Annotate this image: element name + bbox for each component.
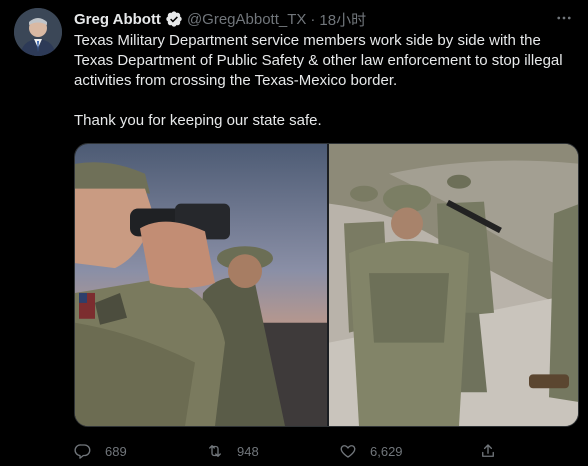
like-count: 6,629 — [370, 443, 403, 459]
tweet-text: Texas Military Department service member… — [74, 31, 574, 131]
reply-icon — [74, 444, 91, 459]
tweet-actions: 689 948 6,629 — [74, 440, 574, 462]
avatar[interactable] — [14, 8, 62, 56]
photo-soldier-binoculars[interactable] — [75, 144, 327, 426]
tweet-header: Greg Abbott @GregAbbott_TX · 18小时 — [74, 9, 366, 29]
more-options-icon[interactable] — [552, 8, 576, 28]
tweet-media[interactable] — [74, 143, 579, 427]
reply-button[interactable]: 689 — [74, 440, 127, 462]
tweet-paragraph: Texas Military Department service member… — [74, 32, 563, 89]
reply-count: 689 — [105, 443, 127, 459]
tweet-paragraph: Thank you for keeping our state safe. — [74, 112, 322, 129]
verified-badge-icon — [165, 10, 183, 28]
like-button[interactable]: 6,629 — [339, 440, 403, 462]
tweet[interactable]: Greg Abbott @GregAbbott_TX · 18小时 Texas … — [0, 0, 588, 466]
author-handle[interactable]: @GregAbbott_TX — [187, 11, 306, 28]
retweet-icon — [209, 445, 221, 457]
share-button[interactable] — [479, 440, 510, 462]
tweet-timestamp[interactable]: 18小时 — [319, 9, 366, 30]
retweet-button[interactable]: 948 — [206, 440, 259, 462]
share-icon — [482, 444, 494, 457]
retweet-count: 948 — [237, 443, 259, 459]
header-separator: · — [310, 10, 316, 28]
author-name[interactable]: Greg Abbott — [74, 11, 161, 28]
heart-icon — [340, 445, 356, 458]
photo-soldiers-hillside[interactable] — [329, 144, 578, 426]
